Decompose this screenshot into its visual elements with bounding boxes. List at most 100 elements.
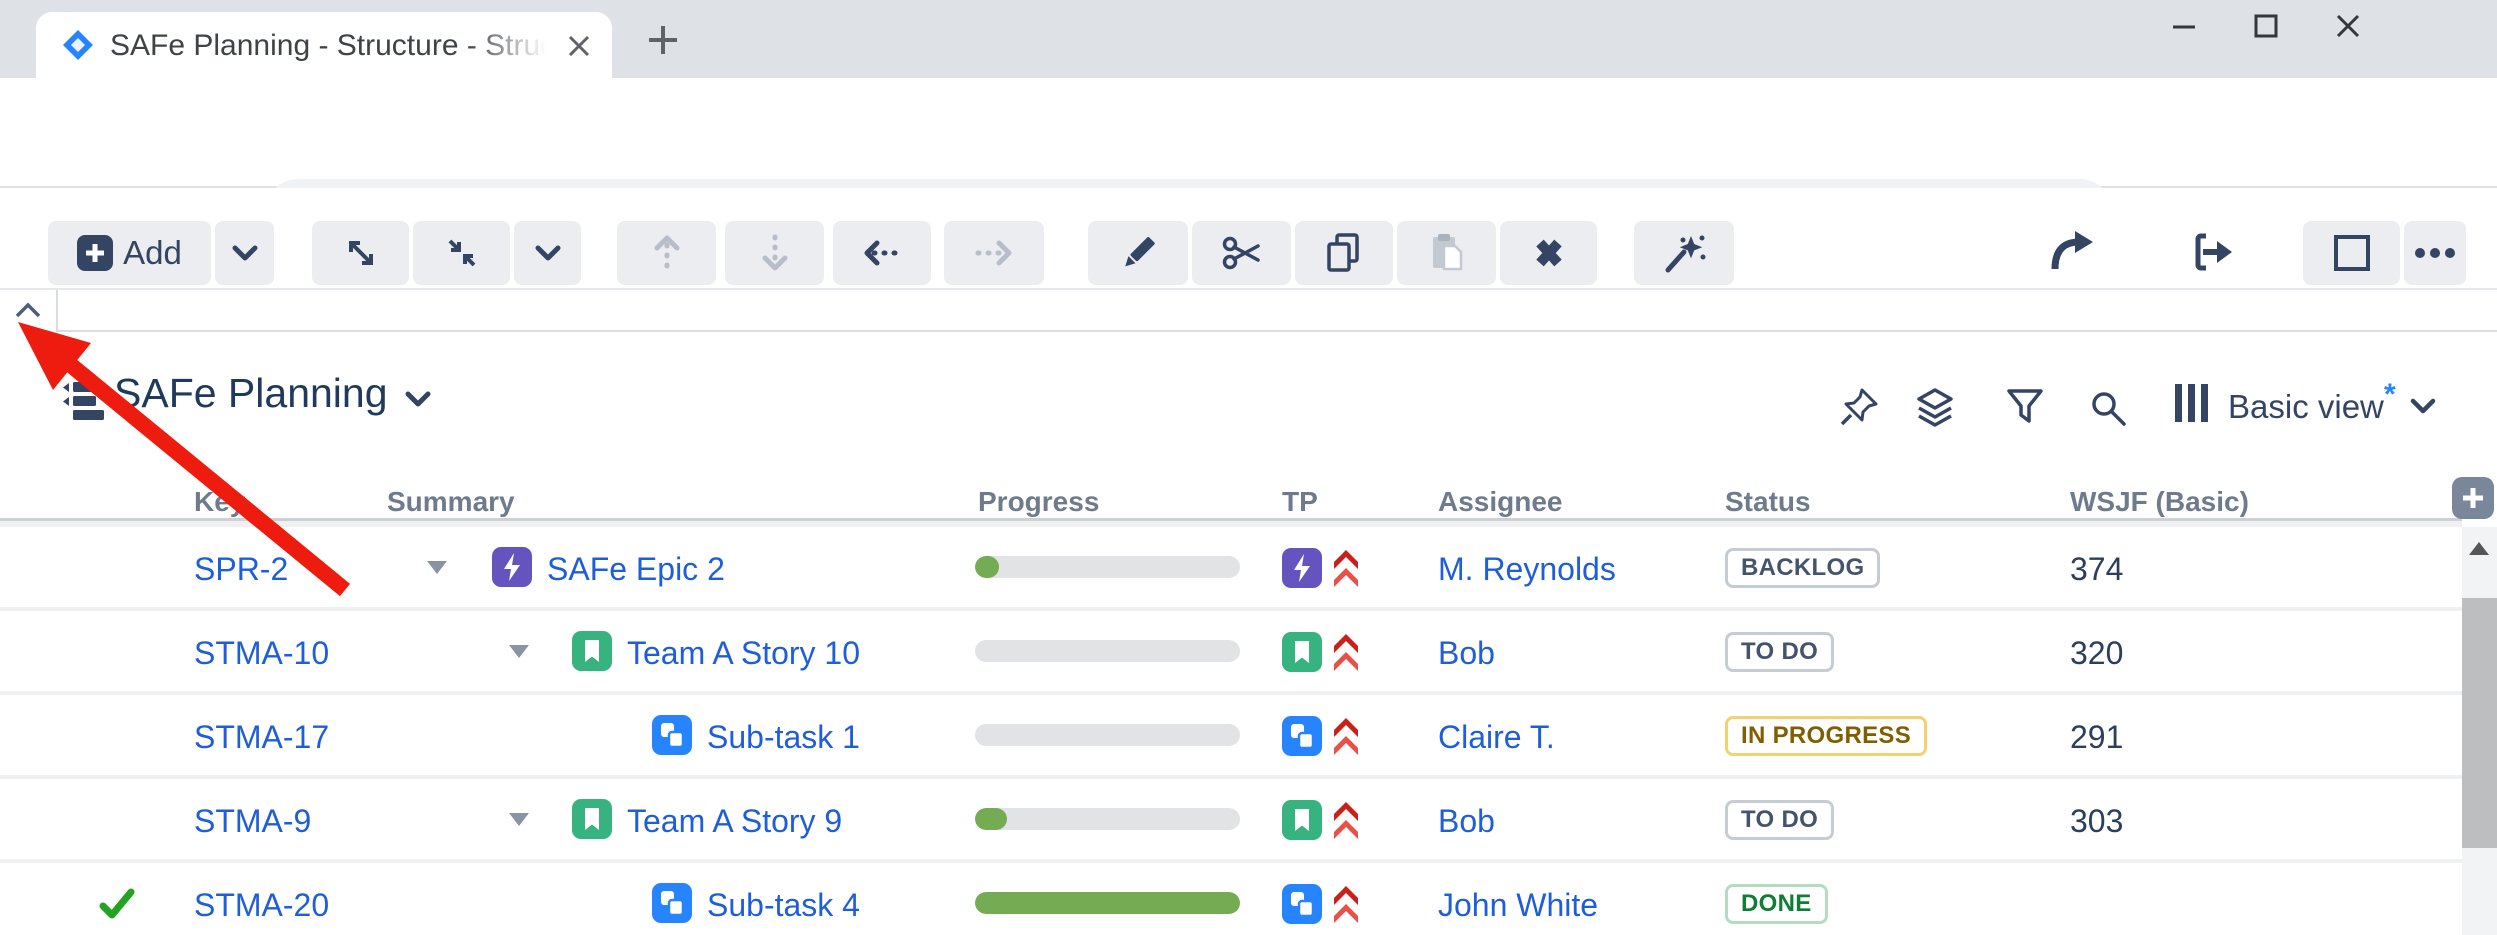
tp-cell xyxy=(1282,547,1362,589)
issue-type-story-icon xyxy=(1282,632,1322,672)
add-button[interactable]: Add xyxy=(48,221,211,285)
structure-title[interactable]: SAFe Planning xyxy=(114,370,388,417)
tab-strip: SAFe Planning - Structure - Struc xyxy=(0,0,2497,78)
expander-icon[interactable] xyxy=(427,561,447,574)
automation-wand-button[interactable] xyxy=(1634,221,1734,285)
new-tab-button[interactable] xyxy=(645,22,681,58)
assignee-link[interactable]: Bob xyxy=(1438,803,1495,840)
wsjf-value: 303 xyxy=(2070,803,2123,840)
status-badge: TO DO xyxy=(1725,800,1834,840)
expand-level-dropdown-button[interactable] xyxy=(514,221,581,285)
view-selector[interactable]: Basic view xyxy=(2228,388,2384,426)
issue-type-subtask-icon xyxy=(652,715,692,755)
move-down-button[interactable] xyxy=(725,221,824,285)
tp-cell xyxy=(1282,715,1362,757)
layers-icon[interactable] xyxy=(1914,386,1956,428)
chevron-up-icon xyxy=(12,300,44,320)
assignee-link[interactable]: John White xyxy=(1438,887,1598,924)
table-row[interactable]: SPR-2 SAFe Epic 2 M. Reynolds BACKLOG 37… xyxy=(0,527,2462,607)
tp-cell xyxy=(1282,883,1362,925)
copy-button[interactable] xyxy=(1295,221,1393,285)
move-up-button[interactable] xyxy=(617,221,716,285)
window-close-button[interactable] xyxy=(2336,14,2360,38)
column-header-assignee[interactable]: Assignee xyxy=(1438,486,1563,518)
issue-type-subtask-icon xyxy=(652,883,692,923)
issue-summary-link[interactable]: Sub-task 4 xyxy=(707,887,860,924)
issue-summary-link[interactable]: Sub-task 1 xyxy=(707,719,860,756)
cut-button[interactable] xyxy=(1192,221,1291,285)
filter-icon[interactable] xyxy=(2004,386,2046,426)
structure-title-dropdown-icon[interactable] xyxy=(404,390,432,408)
priority-highest-icon xyxy=(1330,713,1362,757)
progress-bar xyxy=(975,640,1240,662)
table-row[interactable]: STMA-9 Team A Story 9 Bob TO DO 303 xyxy=(0,779,2462,859)
search-icon[interactable] xyxy=(2086,386,2130,430)
collapse-all-button[interactable] xyxy=(413,221,510,285)
columns-icon[interactable] xyxy=(2175,384,2208,422)
column-header-status[interactable]: Status xyxy=(1725,486,1811,518)
tab-title: SAFe Planning - Structure - Struc xyxy=(110,29,546,63)
status-badge: TO DO xyxy=(1725,632,1834,672)
assignee-link[interactable]: Bob xyxy=(1438,635,1495,672)
export-button[interactable] xyxy=(2190,229,2236,275)
browser-window: SAFe Planning - Structure - Struc xyxy=(0,0,2497,935)
assignee-link[interactable]: M. Reynolds xyxy=(1438,551,1616,588)
issue-key-link[interactable]: STMA-10 xyxy=(194,635,329,672)
select-items-button[interactable] xyxy=(2303,221,2400,285)
edit-button[interactable] xyxy=(1088,221,1188,285)
issue-key-link[interactable]: STMA-9 xyxy=(194,803,311,840)
share-button[interactable] xyxy=(2049,229,2097,275)
window-minimize-button[interactable] xyxy=(2172,24,2196,30)
issue-type-subtask-icon xyxy=(1282,884,1322,924)
paste-button[interactable] xyxy=(1397,221,1496,285)
column-header-key[interactable]: Key xyxy=(194,486,245,518)
vertical-scrollbar[interactable] xyxy=(2462,527,2497,935)
issue-key-link[interactable]: SPR-2 xyxy=(194,551,288,588)
scrollbar-thumb[interactable] xyxy=(2462,598,2497,848)
jira-favicon-icon xyxy=(62,29,94,61)
issue-type-story-icon xyxy=(572,631,612,671)
column-header-summary[interactable]: Summary xyxy=(387,486,515,518)
status-badge: BACKLOG xyxy=(1725,548,1880,588)
pin-icon[interactable] xyxy=(1838,386,1880,428)
browser-tab[interactable]: SAFe Planning - Structure - Struc xyxy=(36,12,612,78)
add-button-label: Add xyxy=(123,234,182,272)
issue-type-story-icon xyxy=(572,799,612,839)
expander-icon[interactable] xyxy=(509,813,529,826)
column-header-tp[interactable]: TP xyxy=(1282,486,1318,518)
priority-highest-icon xyxy=(1330,797,1362,841)
table-row[interactable]: STMA-17 Sub-task 1 Claire T. IN PROGRESS… xyxy=(0,695,2462,775)
scroll-up-arrow-icon[interactable] xyxy=(2469,542,2489,555)
issue-key-link[interactable]: STMA-17 xyxy=(194,719,329,756)
add-column-button[interactable] xyxy=(2452,477,2494,519)
issue-summary-link[interactable]: Team A Story 9 xyxy=(627,803,842,840)
view-dropdown-icon[interactable] xyxy=(2410,398,2436,415)
tp-cell xyxy=(1282,631,1362,673)
expander-icon[interactable] xyxy=(509,645,529,658)
tab-close-icon[interactable] xyxy=(566,33,592,59)
issue-type-epic-icon xyxy=(492,547,532,587)
issue-key-link[interactable]: STMA-20 xyxy=(194,887,329,924)
panel-divider xyxy=(58,330,2497,332)
indent-button[interactable] xyxy=(944,221,1044,285)
table-row[interactable]: STMA-20 Sub-task 4 John White DONE xyxy=(0,863,2462,935)
issue-type-story-icon xyxy=(1282,800,1322,840)
window-maximize-button[interactable] xyxy=(2254,14,2278,38)
delete-button[interactable] xyxy=(1500,221,1597,285)
outdent-button[interactable] xyxy=(833,221,931,285)
issue-summary-link[interactable]: Team A Story 10 xyxy=(627,635,860,672)
column-header-wsjf[interactable]: WSJF (Basic) xyxy=(2070,486,2249,518)
issue-summary-link[interactable]: SAFe Epic 2 xyxy=(547,551,725,588)
table-row[interactable]: STMA-10 Team A Story 10 Bob TO DO 320 xyxy=(0,611,2462,691)
column-header-progress[interactable]: Progress xyxy=(978,486,1099,518)
status-badge: IN PROGRESS xyxy=(1725,716,1927,756)
assignee-link[interactable]: Claire T. xyxy=(1438,719,1555,756)
expand-all-button[interactable] xyxy=(312,221,409,285)
progress-bar xyxy=(975,556,1240,578)
add-dropdown-button[interactable] xyxy=(215,221,274,285)
collapse-toolbar-control[interactable] xyxy=(0,290,58,332)
done-check-icon xyxy=(98,887,136,921)
issue-type-epic-icon xyxy=(1282,548,1322,588)
more-actions-button[interactable] xyxy=(2404,221,2466,285)
progress-bar xyxy=(975,724,1240,746)
